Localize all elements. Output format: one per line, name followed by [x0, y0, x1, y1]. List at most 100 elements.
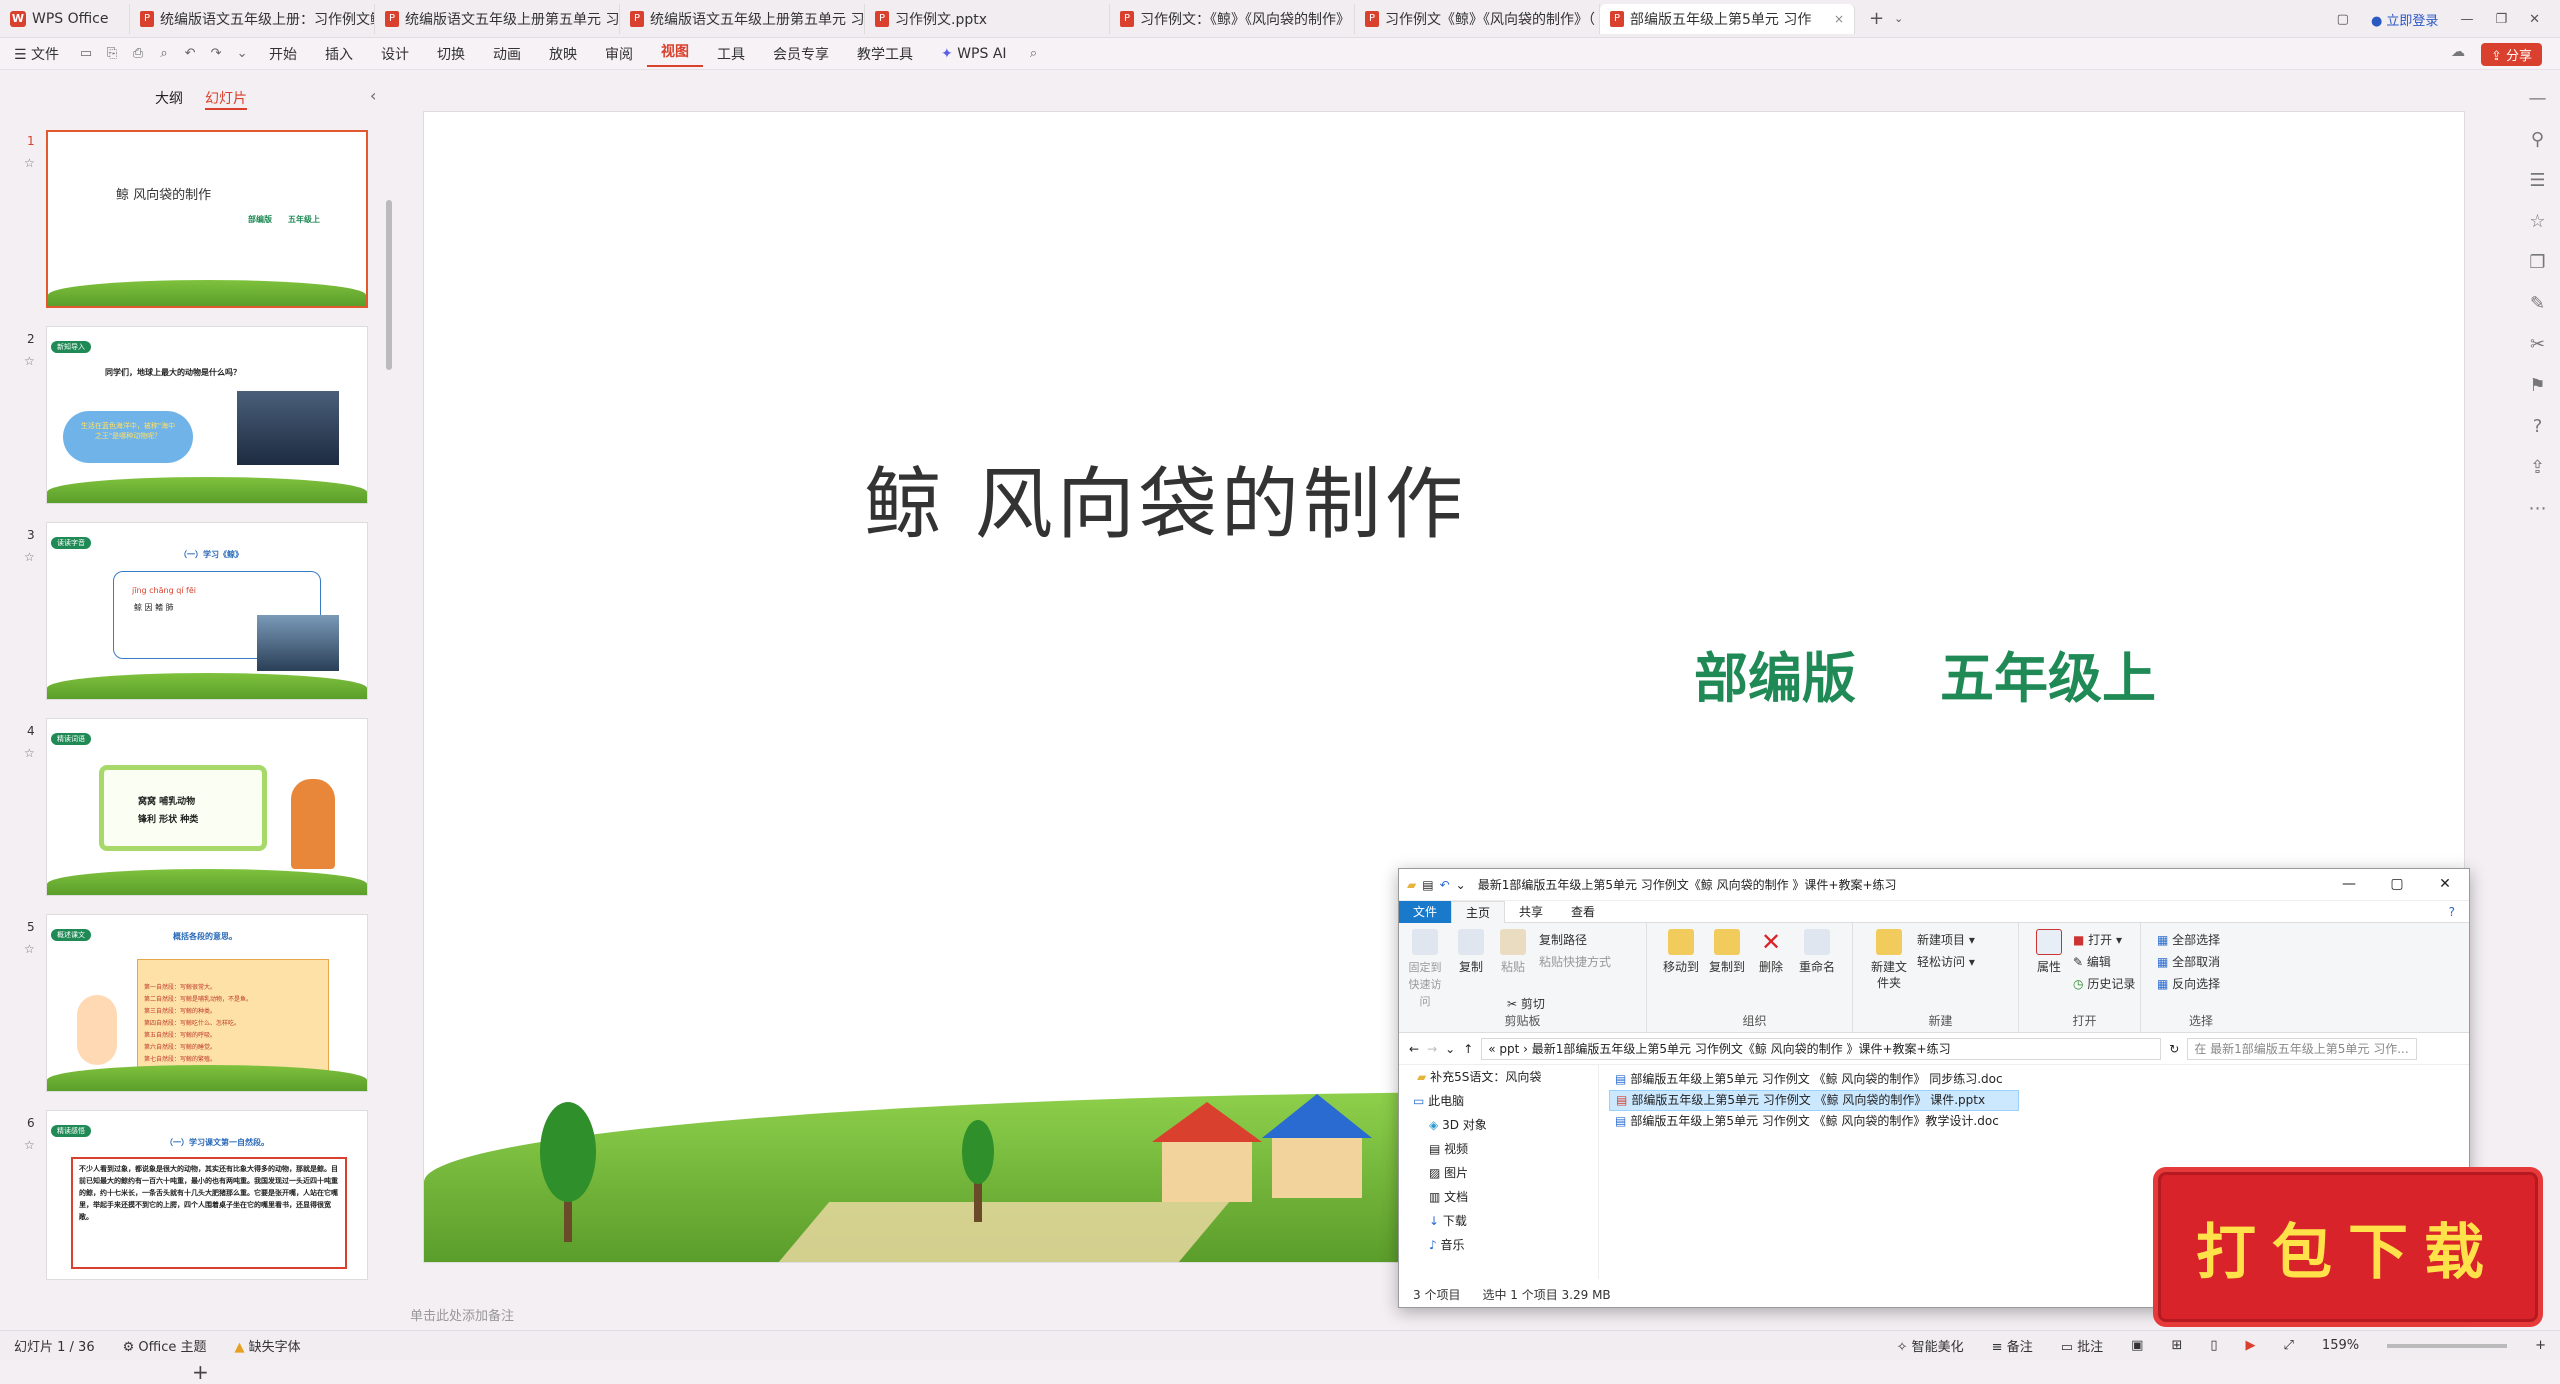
star-icon[interactable]: ☆: [24, 1138, 35, 1152]
wps-ai-button[interactable]: ✦ WPS AI: [927, 46, 1021, 62]
slide-thumbnail-2[interactable]: 新知导入 同学们，地球上最大的动物是什么吗？ 生活在蓝色海洋中，被称"海中之王"…: [46, 326, 368, 504]
select-none-button[interactable]: ▦ 全部取消: [2157, 953, 2220, 970]
nav-item[interactable]: ▭ 此电脑: [1399, 1089, 1598, 1113]
slide-thumbnail-5[interactable]: 概述课文 概括各段的意思。 第一自然段：写鲸很常大。 第二自然段：写鲸是哺乳动物…: [46, 914, 368, 1092]
sliders-icon[interactable]: ☰: [2529, 170, 2545, 191]
delete-button[interactable]: ✕ 删除: [1755, 929, 1787, 975]
menu-start[interactable]: 开始: [255, 44, 311, 64]
tab-share[interactable]: 共享: [1505, 901, 1557, 923]
menu-member[interactable]: 会员专享: [759, 44, 843, 64]
more-icon[interactable]: ⋯: [2529, 498, 2547, 519]
forward-icon[interactable]: →: [1427, 1042, 1437, 1056]
minus-icon[interactable]: —: [2529, 88, 2547, 109]
history-button[interactable]: ◷ 历史记录: [2073, 975, 2135, 992]
close-icon[interactable]: ✕: [2421, 869, 2469, 899]
zoom-slider[interactable]: [2387, 1343, 2508, 1348]
chevron-down-icon[interactable]: ⌄: [1894, 12, 1903, 25]
tab-home[interactable]: 主页: [1451, 900, 1506, 923]
style-icon[interactable]: ✎: [2530, 293, 2545, 314]
download-badge[interactable]: 打包下载: [2158, 1172, 2538, 1322]
login-link[interactable]: ● 立即登录: [2371, 10, 2439, 29]
nav-item[interactable]: ▥ 文档: [1399, 1185, 1598, 1209]
address-input[interactable]: « ppt › 最新1部编版五年级上第5单元 习作例文《鲸 风向袋的制作 》课件…: [1481, 1037, 2162, 1060]
tab-outline[interactable]: 大纲: [155, 88, 183, 110]
copy-to-button[interactable]: 复制到: [1707, 929, 1747, 975]
menu-animation[interactable]: 动画: [479, 44, 535, 64]
search-icon[interactable]: ⌕: [1026, 46, 1042, 62]
theme-button[interactable]: ⚙ Office 主题: [109, 1336, 221, 1355]
copy-path-button[interactable]: 复制路径: [1539, 931, 1587, 948]
missing-font-button[interactable]: ▲ 缺失字体: [220, 1336, 314, 1355]
minimize-icon[interactable]: —: [2460, 12, 2473, 27]
menu-icon[interactable]: ☰ 文件: [0, 44, 73, 64]
zoom-in-icon[interactable]: +: [2521, 1338, 2560, 1353]
comment-button[interactable]: ▭ 批注: [2047, 1336, 2117, 1355]
chevron-down-icon[interactable]: ⌄: [1456, 878, 1466, 892]
slide-subtitle-grade[interactable]: 五年级上: [1940, 634, 2156, 713]
maximize-icon[interactable]: ▢: [2373, 869, 2421, 899]
export-icon[interactable]: ⎘: [104, 46, 120, 62]
easy-access-button[interactable]: 轻松访问 ▾: [1917, 953, 1975, 970]
new-tab-icon[interactable]: +: [1869, 8, 1884, 29]
help-icon[interactable]: ?: [2435, 901, 2469, 923]
fit-icon[interactable]: ⤢: [2270, 1338, 2308, 1353]
cloud-sync-icon[interactable]: ☁: [2451, 44, 2465, 60]
tab-wps-home[interactable]: W WPS Office: [0, 3, 130, 34]
tab-document[interactable]: P 统编版语文五年级上册第五单元 习作: [375, 3, 620, 34]
star-icon[interactable]: ☆: [24, 156, 35, 170]
print-icon[interactable]: ⎙: [130, 46, 146, 62]
chevron-down-icon[interactable]: ⌄: [234, 46, 250, 62]
tab-document[interactable]: P 统编版语文五年级上册：习作例文鲸: [130, 3, 375, 34]
adjust-icon[interactable]: ⚲: [2531, 129, 2544, 150]
save-icon[interactable]: ▭: [78, 46, 94, 62]
menu-review[interactable]: 审阅: [591, 44, 647, 64]
nav-item[interactable]: ↓ 下载: [1399, 1209, 1598, 1233]
notes-placeholder[interactable]: 单击此处添加备注: [410, 1305, 514, 1324]
close-window-icon[interactable]: ✕: [2529, 12, 2540, 27]
menu-insert[interactable]: 插入: [311, 44, 367, 64]
edit-button[interactable]: ✎ 编辑: [2073, 953, 2111, 970]
up-icon[interactable]: ↑: [1463, 1042, 1473, 1056]
file-row[interactable]: ▤ 部编版五年级上第5单元 习作例文 《鲸 风向袋的制作》 同步练习.doc: [1609, 1069, 2019, 1090]
star-icon[interactable]: ☆: [24, 942, 35, 956]
tab-document[interactable]: P统编版语文五年级上册第五单元 习×: [620, 3, 865, 34]
menu-slideshow[interactable]: 放映: [535, 44, 591, 64]
normal-view-icon[interactable]: ▣: [2117, 1338, 2157, 1353]
add-slide-icon[interactable]: +: [192, 1360, 209, 1384]
reading-view-icon[interactable]: ▯: [2196, 1338, 2231, 1353]
tab-document[interactable]: P 习作例文：《鲸》《风向袋的制作》: [1110, 3, 1355, 34]
tools-icon[interactable]: ✂: [2530, 334, 2545, 355]
slide-thumbnail-4[interactable]: 精读词语 窝窝 哺乳动物 锋利 形状 种类: [46, 718, 368, 896]
file-row[interactable]: ▤ 部编版五年级上第5单元 习作例文 《鲸 风向袋的制作》教学设计.doc: [1609, 1111, 2019, 1132]
properties-icon[interactable]: ▤: [1422, 878, 1433, 892]
new-folder-button[interactable]: 新建文件夹: [1869, 929, 1909, 991]
tab-document-active[interactable]: P 部编版五年级上第5单元 习作 ×: [1600, 3, 1855, 34]
menu-design[interactable]: 设计: [367, 44, 423, 64]
tab-document[interactable]: P 习作例文《鲸》《风向袋的制作》（: [1355, 3, 1600, 34]
copy-icon[interactable]: ❐: [2529, 252, 2545, 273]
slide-sorter-icon[interactable]: ⊞: [2157, 1338, 2196, 1353]
menu-transition[interactable]: 切换: [423, 44, 479, 64]
play-icon[interactable]: ▶: [2232, 1338, 2270, 1353]
refresh-icon[interactable]: ↻: [2169, 1042, 2179, 1056]
tab-slides[interactable]: 幻灯片: [205, 88, 247, 110]
slide-thumbnail-3[interactable]: 读读字音 （一）学习《鲸》 jīng chāng qí fēi 鲸 因 鳍 肺: [46, 522, 368, 700]
undo-icon[interactable]: ↶: [182, 46, 198, 62]
bookmark-icon[interactable]: ⚑: [2529, 375, 2545, 396]
share-button[interactable]: ⇪ 分享: [2480, 43, 2542, 66]
menu-teaching-tools[interactable]: 教学工具: [843, 44, 927, 64]
slide-thumbnail-1[interactable]: 鲸 风向袋的制作 部编版 五年级上: [46, 130, 368, 308]
star-icon[interactable]: ☆: [24, 746, 35, 760]
select-all-button[interactable]: ▦ 全部选择: [2157, 931, 2220, 948]
star-icon[interactable]: ☆: [2529, 211, 2545, 232]
paste-shortcut-button[interactable]: 粘贴快捷方式: [1539, 953, 1611, 970]
slide-title[interactable]: 鲸 风向袋的制作: [864, 442, 1467, 554]
tab-file[interactable]: 文件: [1399, 900, 1452, 923]
pin-quick-access-button[interactable]: 固定到快速访问: [1405, 929, 1445, 1010]
star-icon[interactable]: ☆: [24, 354, 35, 368]
nav-item[interactable]: ♪ 音乐: [1399, 1233, 1598, 1257]
smart-beautify-button[interactable]: ✧ 智能美化: [1883, 1336, 1978, 1355]
tab-document[interactable]: P 习作例文.pptx: [865, 3, 1110, 34]
panel-scrollbar[interactable]: [386, 200, 392, 370]
cut-button[interactable]: ✂ 剪切: [1507, 995, 1545, 1012]
